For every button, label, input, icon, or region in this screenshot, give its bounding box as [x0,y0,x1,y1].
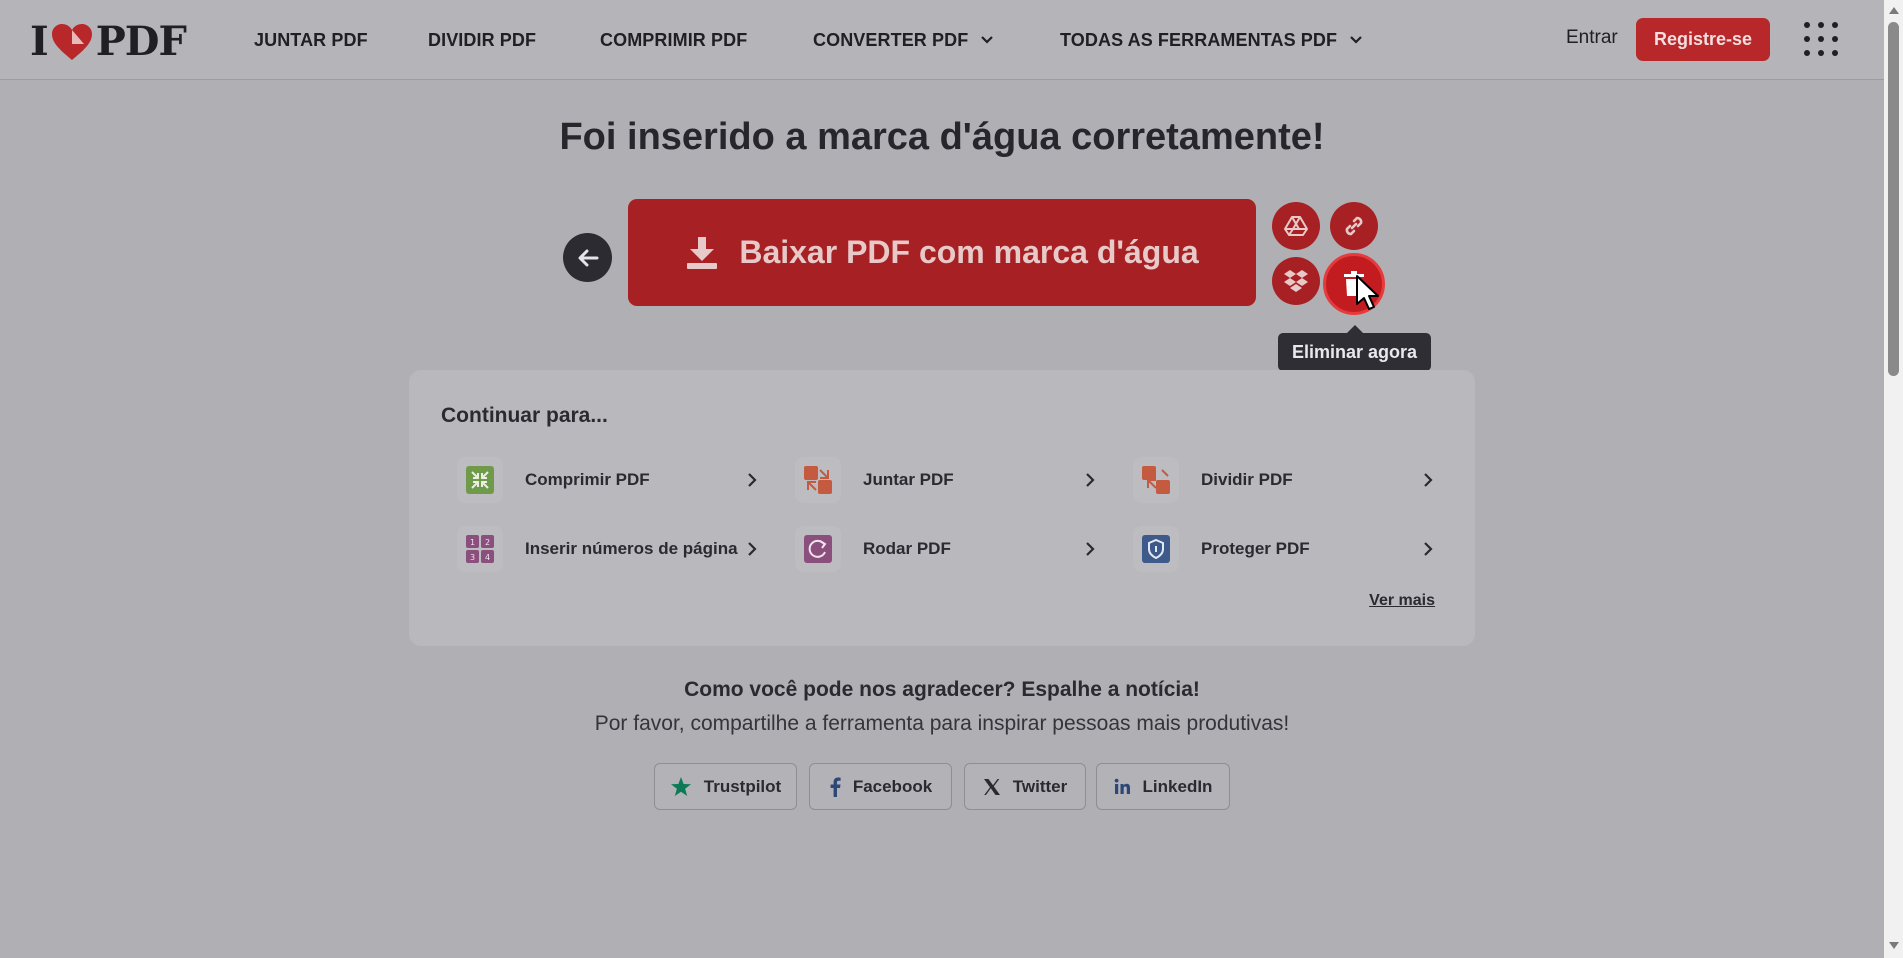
scroll-thumb[interactable] [1888,22,1899,376]
share-trustpilot-button[interactable]: Trustpilot [654,763,797,810]
nav-label: JUNTAR PDF [254,29,368,50]
nav-todas-ferramentas[interactable]: TODAS AS FERRAMENTAS PDF [1060,0,1363,80]
nav-label: CONVERTER PDF [813,29,969,50]
delete-tooltip: Eliminar agora [1278,325,1431,371]
dropbox-button[interactable] [1272,257,1320,305]
top-navbar: I PDF JUNTAR PDF DIVIDIR PDF COMPRIMIR P… [0,0,1884,80]
tool-label: Comprimir PDF [525,470,650,489]
svg-text:2: 2 [485,538,490,547]
page-scrollbar[interactable] [1884,0,1903,958]
tool-dividir-pdf[interactable]: Dividir PDF [1123,452,1445,508]
link-icon [1345,216,1363,236]
tool-juntar-pdf[interactable]: Juntar PDF [785,452,1107,508]
tool-comprimir-pdf[interactable]: Comprimir PDF [447,452,769,508]
back-button[interactable] [563,233,612,282]
google-drive-icon [1284,216,1308,236]
chevron-right-icon [748,473,757,487]
chevron-right-icon [748,542,757,556]
star-icon [670,776,691,796]
logo-text-right: PDF [95,18,187,65]
tool-label: Rodar PDF [863,539,951,558]
merge-icon [795,457,841,503]
logo-text-left: I [30,18,49,65]
tool-label: Proteger PDF [1201,539,1310,558]
continue-title: Continuar para... [441,404,608,427]
ilovepdf-logo[interactable]: I PDF [30,18,187,65]
nav-label: TODAS AS FERRAMENTAS PDF [1060,29,1338,50]
tool-proteger-pdf[interactable]: Proteger PDF [1123,521,1445,577]
share-label: LinkedIn [1142,776,1213,796]
login-link[interactable]: Entrar [1566,27,1618,49]
dropbox-icon [1284,270,1308,292]
see-more-link[interactable]: Ver mais [1369,592,1435,610]
share-twitter-button[interactable]: Twitter [964,763,1086,810]
chevron-down-icon [981,36,994,44]
page-title: Foi inserido a marca d'água corretamente… [559,116,1325,158]
chevron-right-icon [1424,473,1433,487]
svg-text:3: 3 [470,553,475,562]
nav-label: DIVIDIR PDF [428,29,537,50]
chevron-right-icon [1086,473,1095,487]
apps-grid-icon[interactable] [1803,21,1839,57]
nav-label: COMPRIMIR PDF [600,29,748,50]
facebook-icon [830,777,841,797]
share-facebook-button[interactable]: Facebook [809,763,952,810]
mouse-cursor-icon [1356,275,1379,310]
signup-button[interactable]: Registre-se [1636,18,1770,61]
page-numbers-icon: 1 2 3 4 [457,526,503,572]
chevron-right-icon [1424,542,1433,556]
x-icon [983,778,1000,795]
download-label: Baixar PDF com marca d'água [739,234,1199,270]
shield-icon [1133,526,1179,572]
copy-link-button[interactable] [1330,202,1378,250]
tool-label: Inserir números de página [525,539,738,558]
tool-inserir-numeros[interactable]: 1 2 3 4 Inserir números de página [447,521,769,577]
share-label: Trustpilot [703,776,782,796]
split-icon [1133,457,1179,503]
compress-icon [457,457,503,503]
heart-icon [51,23,92,60]
nav-converter-pdf[interactable]: CONVERTER PDF [813,0,994,80]
nav-comprimir-pdf[interactable]: COMPRIMIR PDF [600,0,747,80]
scroll-down-arrow[interactable] [1889,942,1899,949]
arrow-left-icon [578,249,598,266]
share-linkedin-button[interactable]: LinkedIn [1096,763,1230,810]
download-pdf-button[interactable]: Baixar PDF com marca d'água [628,199,1256,306]
linkedin-icon [1114,778,1130,794]
share-label: Twitter [1012,776,1068,796]
share-label: Facebook [852,776,933,796]
chevron-down-icon [1350,36,1362,44]
download-icon [687,236,718,269]
nav-juntar-pdf[interactable]: JUNTAR PDF [254,0,368,80]
tool-rodar-pdf[interactable]: Rodar PDF [785,521,1107,577]
tool-label: Dividir PDF [1201,470,1293,489]
tool-label: Juntar PDF [863,470,954,489]
scroll-up-arrow[interactable] [1889,7,1899,14]
continue-card: Continuar para... Comprimir PDF Juntar P… [409,370,1475,646]
google-drive-button[interactable] [1272,202,1320,250]
share-subtitle: Por favor, compartilhe a ferramenta para… [594,712,1290,735]
share-title: Como você pode nos agradecer? Espalhe a … [684,678,1200,701]
chevron-right-icon [1086,542,1095,556]
svg-text:4: 4 [485,553,490,562]
nav-dividir-pdf[interactable]: DIVIDIR PDF [428,0,536,80]
svg-text:1: 1 [470,538,475,547]
rotate-icon [795,526,841,572]
